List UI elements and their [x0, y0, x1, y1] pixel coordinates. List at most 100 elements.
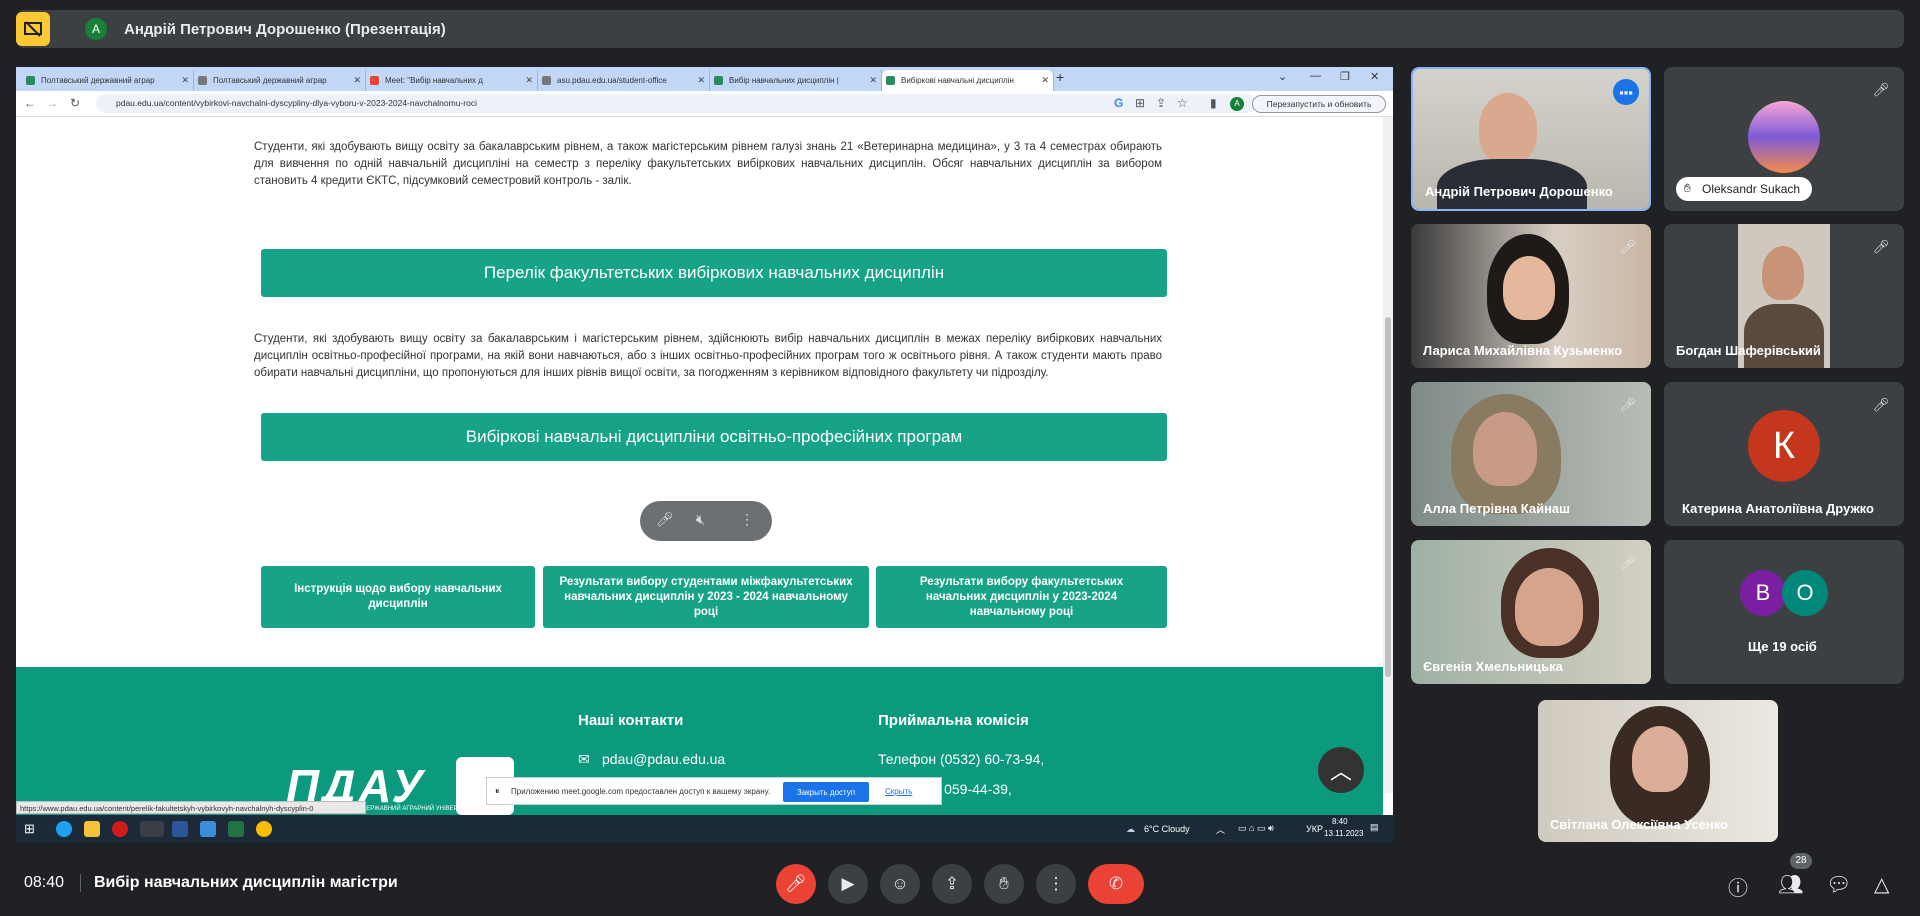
participant-letter-avatar: О — [1782, 570, 1828, 616]
relaunch-update-button[interactable]: Перезапустить и обновить — [1252, 95, 1386, 113]
participant-name: Світлана Олексіївна Усенко — [1550, 817, 1729, 832]
page-scrollbar[interactable] — [1383, 117, 1393, 793]
mic-off-icon: 🎤︎ — [1746, 715, 1764, 730]
close-window-icon[interactable]: ✕ — [1370, 70, 1379, 83]
program-electives-button[interactable]: Вибіркові навчальні дисципліни освітньо-… — [261, 413, 1167, 461]
forward-icon[interactable]: → — [46, 96, 58, 110]
app-icon[interactable] — [200, 821, 216, 837]
meeting-title: Вибір навчальних дисциплін магістри — [94, 874, 398, 891]
profile-avatar[interactable]: А — [1230, 97, 1244, 111]
browser-tab[interactable]: asu.pdau.edu.ua/student-office ✕ — [538, 70, 710, 91]
meeting-time: 08:40 — [24, 874, 65, 891]
self-view-tile[interactable]: 🎤︎ Світлана Олексіївна Усенко — [1538, 700, 1778, 842]
faculty-results-button[interactable]: Результати вибору факультетських начальн… — [876, 566, 1167, 628]
side-panel-icon[interactable]: ▮ — [1210, 96, 1217, 110]
translate-icon[interactable]: ⊞ — [1135, 96, 1145, 110]
choice-paragraph: Студенти, які здобувають вищу освіту за … — [254, 333, 1162, 379]
end-call-icon[interactable]: ✆ — [1088, 864, 1144, 904]
mic-off-icon[interactable]: 🎤︎ — [656, 511, 674, 528]
footer-email[interactable]: pdau@pdau.edu.ua — [602, 751, 725, 767]
participant-tile[interactable]: 🎤︎ К Катерина Анатоліївна Дружко — [1664, 382, 1904, 526]
more-options-icon[interactable]: ⋮ — [740, 511, 754, 528]
scrollbar-thumb[interactable] — [1385, 317, 1391, 677]
minimize-icon[interactable]: — — [1310, 70, 1321, 82]
participant-face — [1762, 246, 1804, 300]
clock-time[interactable]: 8:40 — [1332, 817, 1348, 826]
word-icon[interactable] — [172, 821, 188, 837]
participant-tile[interactable]: ▪▪▪ Андрій Петрович Дорошенко — [1411, 67, 1651, 211]
raise-hand-icon[interactable]: ✋︎ — [984, 864, 1024, 904]
interfaculty-results-button[interactable]: Результати вибору студентами міжфакульте… — [543, 566, 869, 628]
pause-icon: ⏸ — [495, 786, 500, 796]
notifications-icon[interactable]: ▤ — [1370, 822, 1379, 833]
present-screen-icon[interactable]: ⇪ — [932, 864, 972, 904]
more-options-icon[interactable]: ⋮ — [1036, 864, 1076, 904]
participant-name: Катерина Анатоліївна Дружко — [1682, 501, 1874, 516]
reload-icon[interactable]: ↻ — [70, 96, 80, 110]
activities-icon[interactable]: △ — [1874, 872, 1889, 897]
chrome-active-icon[interactable] — [140, 821, 164, 837]
opera-icon[interactable] — [112, 821, 128, 837]
globe-icon — [542, 76, 551, 85]
faculty-electives-button[interactable]: Перелік факультетських вибіркових навчал… — [261, 249, 1167, 297]
camera-toggle-icon[interactable]: ▶ — [828, 864, 868, 904]
browser-tab[interactable]: Полтавський державний аграр ✕ — [194, 70, 366, 91]
excel-icon[interactable] — [228, 821, 244, 837]
close-tab-icon[interactable]: ✕ — [181, 75, 189, 86]
instruction-button[interactable]: Інструкція щодо вибору навчальних дисцип… — [261, 566, 535, 628]
file-explorer-icon[interactable] — [84, 821, 100, 837]
new-tab-icon[interactable]: + — [1056, 69, 1064, 85]
maximize-icon[interactable]: ❐ — [1340, 70, 1350, 83]
close-tab-icon[interactable]: ✕ — [353, 75, 361, 86]
weather-text[interactable]: 6°C Cloudy — [1144, 824, 1190, 834]
url-field[interactable]: pdau.edu.ua/content/vybirkovi-navchalni-… — [96, 94, 1256, 113]
stop-sharing-button[interactable]: Закрыть доступ — [783, 782, 869, 802]
participant-tile[interactable]: 🎤︎ Євгенія Хмельницька — [1411, 540, 1651, 684]
close-tab-icon[interactable]: ✕ — [1041, 75, 1049, 86]
reactions-icon[interactable]: ☺ — [880, 864, 920, 904]
chat-icon[interactable]: 💬︎ — [1826, 872, 1851, 897]
close-tab-icon[interactable]: ✕ — [869, 75, 877, 86]
mic-off-icon: 🎤︎ — [1619, 555, 1637, 570]
hide-notice-link[interactable]: Скрыть — [885, 787, 912, 796]
browser-tab-active[interactable]: Вибіркові навчальні дисциплін ✕ — [882, 70, 1054, 91]
language-indicator[interactable]: УКР — [1306, 824, 1323, 834]
tab-label: Вибір навчальних дисциплін | — [729, 76, 839, 85]
tab-label: Meet: "Вибір навчальних д — [385, 76, 483, 85]
browser-tab[interactable]: Meet: "Вибір навчальних д ✕ — [366, 70, 538, 91]
tray-icons[interactable]: ▭ ⌂ ▭ 🔊︎ — [1238, 823, 1274, 834]
browser-tab[interactable]: Полтавський державний аграр ✕ — [22, 70, 194, 91]
participant-name: Лариса Михайлівна Кузьменко — [1423, 343, 1623, 358]
participant-tile[interactable]: 🎤︎ ✋︎ Oleksandr Sukach — [1664, 67, 1904, 211]
bookmark-star-icon[interactable]: ☆ — [1177, 96, 1188, 110]
mic-off-icon: 🎤︎ — [1619, 239, 1637, 254]
microphone-toggle-icon[interactable]: 🎤︎ — [776, 864, 816, 904]
meeting-details-icon[interactable]: ⓘ — [1728, 872, 1748, 901]
more-participants-tile[interactable]: В О Ще 19 осіб — [1664, 540, 1904, 684]
participant-face — [1479, 93, 1537, 163]
people-icon[interactable]: 👥︎ — [1778, 872, 1803, 897]
back-icon[interactable]: ← — [24, 96, 36, 110]
participant-tile[interactable]: 🎤︎ Алла Петрівна Кайнаш — [1411, 382, 1651, 526]
presentation-icon[interactable] — [16, 12, 50, 46]
close-tab-icon[interactable]: ✕ — [697, 75, 705, 86]
edge-icon[interactable] — [56, 821, 72, 837]
google-icon[interactable]: G — [1114, 96, 1123, 110]
participant-tile[interactable]: 🎤︎ Лариса Михайлівна Кузьменко — [1411, 224, 1651, 368]
audio-off-icon[interactable]: 🔇︎ — [696, 511, 705, 528]
scroll-to-top-button[interactable]: ︿ — [1318, 747, 1364, 793]
participant-tile[interactable]: 🎤︎ Богдан Шаферівський — [1664, 224, 1904, 368]
browser-tab[interactable]: Вибір навчальних дисциплін | ✕ — [710, 70, 882, 91]
tray-chevron-icon[interactable]: ︿ — [1216, 823, 1225, 836]
clock-date[interactable]: 13.11.2023 — [1324, 829, 1363, 838]
windows-start-icon[interactable]: ⊞ — [24, 821, 40, 837]
share-icon[interactable]: ⇪ — [1156, 96, 1166, 110]
divider — [80, 874, 81, 892]
participant-letter-avatar: В — [1740, 570, 1786, 616]
presenter-bar: А Андрій Петрович Дорошенко (Презентація… — [16, 10, 1904, 48]
admissions-heading: Приймальна комісія — [878, 712, 1029, 729]
close-tab-icon[interactable]: ✕ — [525, 75, 533, 86]
presenter-title: Андрій Петрович Дорошенко (Презентація) — [124, 21, 446, 38]
chrome-icon[interactable] — [256, 821, 272, 837]
tab-search-icon[interactable]: ⌄ — [1278, 70, 1287, 83]
